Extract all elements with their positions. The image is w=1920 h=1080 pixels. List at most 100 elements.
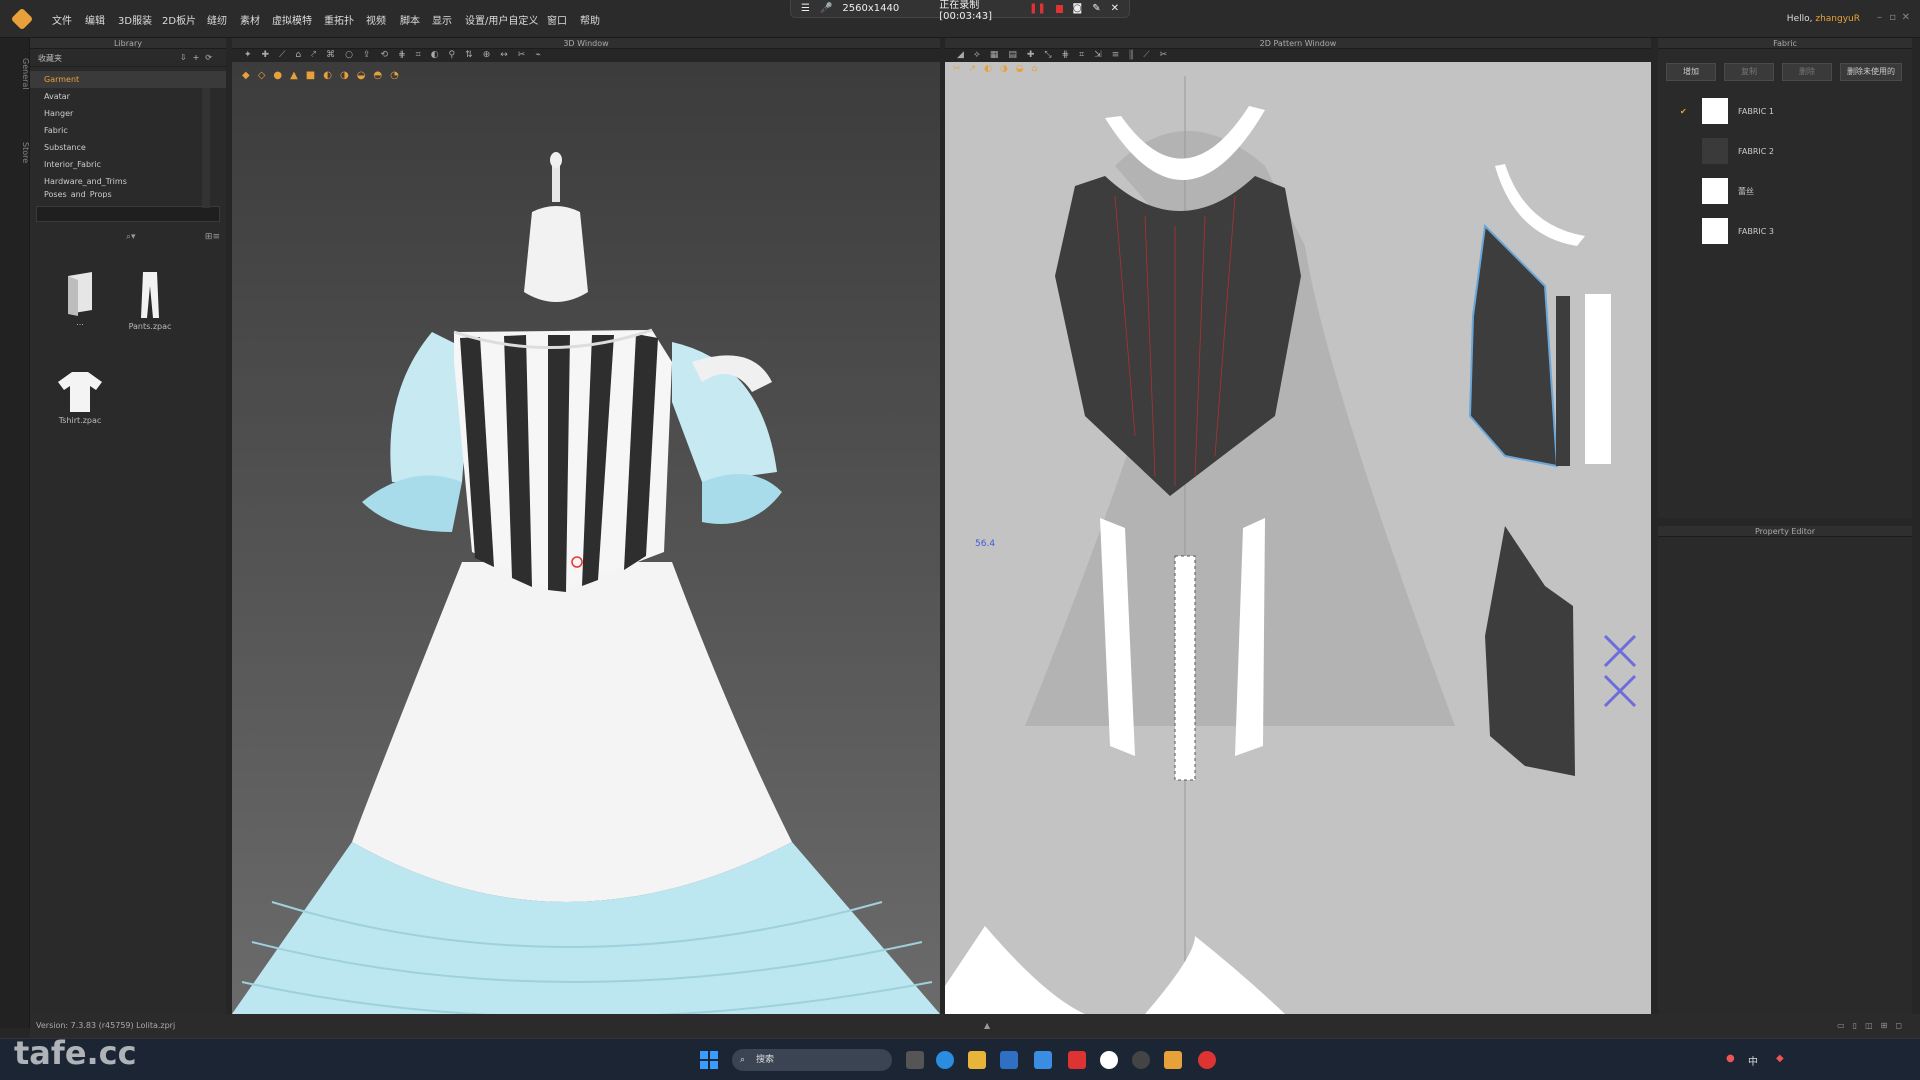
menu-file[interactable]: 文件	[52, 12, 72, 27]
ime-icon[interactable]: 中	[1748, 1053, 1758, 1068]
window-3d-title: 3D Window	[232, 38, 940, 49]
menu-sewing[interactable]: 缝纫	[207, 12, 227, 27]
thumb-folder[interactable]: ...	[50, 270, 110, 327]
fabric-name: FABRIC 3	[1738, 226, 1774, 236]
library-toolbar: 收藏夹 ⇩+⟳	[30, 49, 226, 67]
menu-3d-garment[interactable]: 3D服装	[118, 12, 152, 27]
clo3d-icon[interactable]	[1164, 1051, 1182, 1069]
user-greeting[interactable]: Hello, zhangyuR	[1787, 14, 1860, 24]
menu-window[interactable]: 窗口	[547, 12, 567, 27]
tree-item-hardware[interactable]: Hardware_and_Trims	[30, 173, 226, 190]
maximize-icon[interactable]: ▫	[1889, 12, 1896, 23]
toolbar-2d-secondary[interactable]: ✂↗◐◑◒⌂	[945, 62, 1651, 76]
mic-icon[interactable]: 🎤	[820, 3, 832, 14]
tshirt-icon	[58, 372, 102, 412]
menu-retopology[interactable]: 重拓扑	[324, 12, 354, 27]
windows-start-icon[interactable]	[700, 1051, 718, 1069]
recorder-icon[interactable]	[1198, 1051, 1216, 1069]
tree-item-avatar[interactable]: Avatar	[30, 88, 226, 105]
file-explorer-icon[interactable]	[968, 1051, 986, 1069]
tree-item-substance[interactable]: Substance	[30, 139, 226, 156]
library-panel: Library 收藏夹 ⇩+⟳ Garment Avatar Hanger Fa…	[30, 38, 226, 1024]
menu-script[interactable]: 脚本	[400, 12, 420, 27]
menu-display[interactable]: 显示	[432, 12, 452, 27]
thumb-label: ...	[76, 318, 84, 327]
fabric-name: 蕾丝	[1738, 186, 1754, 196]
add-fabric-button[interactable]: 增加	[1666, 63, 1716, 81]
pause-icon[interactable]: ❚❚	[1029, 3, 1046, 14]
thumb-label: Tshirt.zpac	[58, 416, 102, 425]
pen-icon[interactable]: ✎	[1092, 3, 1100, 14]
menu-avatar[interactable]: 虚拟模特	[272, 12, 312, 27]
property-editor-title: Property Editor	[1658, 526, 1912, 537]
username: zhangyuR	[1815, 14, 1860, 24]
menu-bar: 文件 编辑 3D服装 2D板片 缝纫 素材 虚拟模特 重拓扑 视频 脚本 显示 …	[0, 0, 1920, 38]
pattern-canvas[interactable]: 56.4	[945, 76, 1651, 1014]
tab-general[interactable]: General	[0, 52, 30, 96]
camera-icon[interactable]: ◙	[1073, 3, 1083, 14]
greeting-text: Hello,	[1786, 14, 1816, 24]
library-tool-icons[interactable]: ⇩+⟳	[180, 53, 218, 62]
qq-icon[interactable]	[1100, 1051, 1118, 1069]
tray-icon[interactable]: ◆	[1776, 1053, 1784, 1064]
tree-item-interior-fabric[interactable]: Interior_Fabric	[30, 156, 226, 173]
app-logo-icon	[10, 7, 34, 31]
delete-unused-button[interactable]: 删除未使用的	[1840, 63, 1902, 81]
pants-icon	[141, 272, 159, 318]
measure-label: 56.4	[975, 539, 995, 549]
app-icon[interactable]	[1132, 1051, 1150, 1069]
favorites-label[interactable]: 收藏夹	[38, 54, 62, 63]
menu-2d-pattern[interactable]: 2D板片	[162, 12, 196, 27]
toolbar-3d[interactable]: ✦✚⟋⌂⤤⌘○⇪⟲⋕⌗◐⚲⇅⊕↔✂⌁	[232, 49, 940, 62]
tab-store[interactable]: Store	[0, 136, 30, 169]
fabric-item-4[interactable]: FABRIC 3	[1658, 211, 1912, 251]
menu-edit[interactable]: 编辑	[85, 12, 105, 27]
fabric-swatch	[1702, 178, 1728, 204]
status-bar: Version: 7.3.83 (r45759) Lolita.zprj ▲ ▭…	[30, 1014, 1920, 1038]
copy-fabric-button[interactable]: 复制	[1724, 63, 1774, 81]
toolbar-2d[interactable]: ◢⟡▦▤✚⤡⋕⌗⇲≡⫼⟋✂	[945, 49, 1651, 62]
stop-icon[interactable]	[1055, 4, 1063, 13]
tree-scrollbar[interactable]	[202, 88, 210, 208]
tree-item-garment[interactable]: Garment	[30, 71, 226, 88]
delete-fabric-button[interactable]: 删除	[1782, 63, 1832, 81]
watermark: tafe.cc	[14, 1034, 137, 1072]
fabric-name: FABRIC 2	[1738, 146, 1774, 156]
watermark-text: tafe.cc	[14, 1034, 137, 1072]
tree-item-fabric[interactable]: Fabric	[30, 122, 226, 139]
thumb-tshirt[interactable]: Tshirt.zpac	[50, 368, 110, 425]
screen-recorder-bar: ☰ 🎤 2560x1440 正在录制 [00:03:43] ❚❚ ◙ ✎ ✕	[790, 0, 1130, 22]
fabric-item-2[interactable]: FABRIC 2	[1658, 131, 1912, 171]
library-search-input[interactable]	[36, 206, 220, 222]
microphone-icon[interactable]: ●	[1726, 1053, 1735, 1064]
feishu-icon[interactable]	[1034, 1051, 1052, 1069]
thumb-pants[interactable]: Pants.zpac	[120, 270, 180, 331]
recorder-status: 正在录制 [00:03:43]	[939, 0, 992, 22]
fabric-item-1[interactable]: ✔ FABRIC 1	[1658, 91, 1912, 131]
task-view-icon[interactable]	[906, 1051, 924, 1069]
chevron-up-icon[interactable]: ▲	[984, 1014, 990, 1038]
layout-icons[interactable]: ▭▯◫⊞◻	[1837, 1014, 1910, 1038]
minimize-icon[interactable]: –	[1877, 12, 1882, 23]
fabric-swatch	[1702, 218, 1728, 244]
taskbar-search-input[interactable]: ⌕ 搜索	[732, 1049, 892, 1071]
store-icon[interactable]	[1000, 1051, 1018, 1069]
viewport-3d-toolbar[interactable]: ◆◇●▲■◐◑◒◓◔	[242, 70, 407, 81]
search-icon[interactable]: ⌕▾	[126, 232, 136, 242]
viewport-3d[interactable]: ◆◇●▲■◐◑◒◓◔	[232, 62, 940, 1014]
tree-item-hanger[interactable]: Hanger	[30, 105, 226, 122]
close-icon[interactable]: ✕	[1111, 3, 1119, 14]
menu-materials[interactable]: 素材	[240, 12, 260, 27]
edge-browser-icon[interactable]	[936, 1051, 954, 1069]
view-mode-icons[interactable]: ⊞≡	[205, 232, 220, 242]
menu-video[interactable]: 视频	[366, 12, 386, 27]
menu-icon[interactable]: ☰	[801, 3, 810, 14]
wps-icon[interactable]	[1068, 1051, 1086, 1069]
tree-item-poses[interactable]: Poses_and_Props	[30, 190, 226, 198]
menu-help[interactable]: 帮助	[580, 12, 600, 27]
property-editor-panel: Property Editor	[1658, 526, 1912, 1014]
window-close-icon[interactable]: ✕	[1902, 12, 1910, 23]
check-icon: ✔	[1680, 106, 1687, 116]
menu-settings[interactable]: 设置/用户自定义	[465, 12, 538, 27]
fabric-item-3[interactable]: 蕾丝	[1658, 171, 1912, 211]
